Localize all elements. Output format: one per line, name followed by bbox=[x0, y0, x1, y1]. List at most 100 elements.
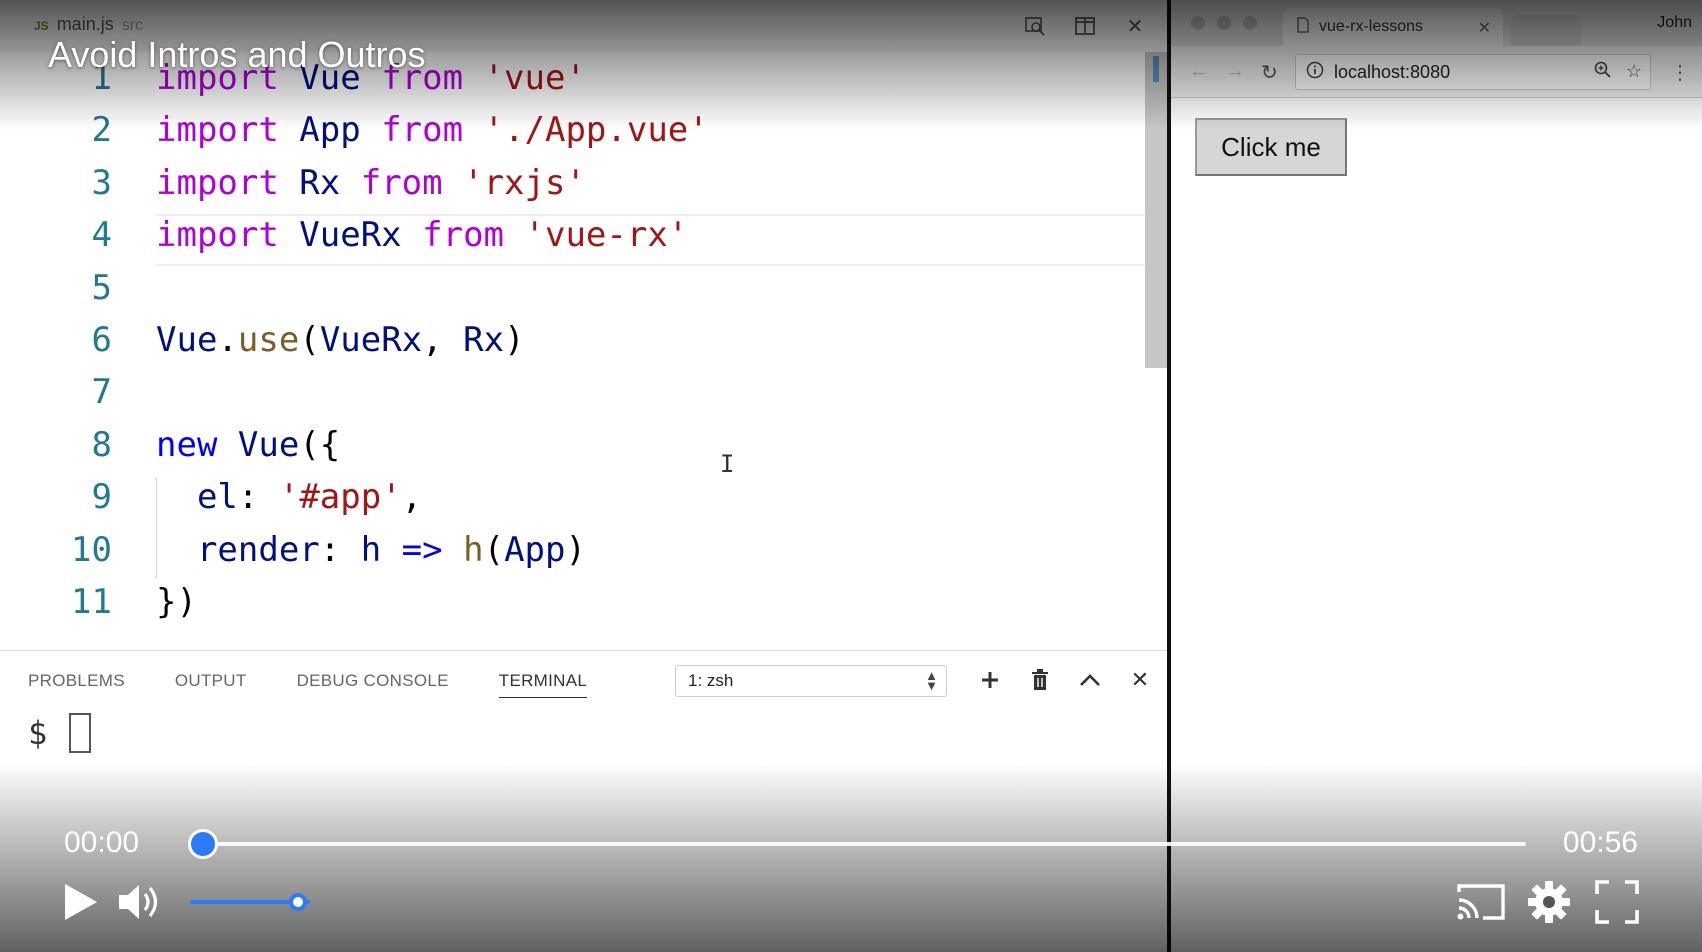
file-name: main.js bbox=[56, 14, 114, 34]
code-token: }) bbox=[156, 582, 197, 622]
new-terminal-icon[interactable] bbox=[976, 665, 1004, 695]
code-line[interactable]: 2 import App from './App.vue' bbox=[0, 104, 1145, 156]
forward-icon[interactable]: → bbox=[1225, 60, 1245, 83]
code-line[interactable]: 11}) bbox=[0, 576, 1145, 628]
browser-window: vue-rx-lessons ✕ John ← → ↻ localhost:80… bbox=[1171, 0, 1702, 952]
tab-debug-console[interactable]: DEBUG CONSOLE bbox=[297, 671, 449, 698]
code-token: new bbox=[156, 424, 218, 465]
tab-terminal[interactable]: TERMINAL bbox=[498, 671, 588, 698]
window-close-dot[interactable] bbox=[1191, 16, 1205, 30]
code-text: Vue.use(VueRx, Rx) bbox=[156, 320, 525, 360]
browser-menu-icon[interactable]: ⋮ bbox=[1670, 60, 1690, 85]
browser-tab-title: vue-rx-lessons bbox=[1319, 18, 1424, 35]
terminal-select-value: 1: zsh bbox=[688, 671, 734, 690]
window-zoom-dot[interactable] bbox=[1243, 16, 1257, 30]
editor-scrollbar[interactable] bbox=[1145, 52, 1167, 368]
window-controls bbox=[1191, 16, 1257, 30]
code-token: Rx bbox=[278, 162, 361, 203]
current-time: 00:00 bbox=[64, 826, 140, 859]
code-line[interactable]: 6 Vue.use(VueRx, Rx) bbox=[0, 314, 1145, 366]
close-tab-icon[interactable]: ✕ bbox=[1478, 18, 1491, 38]
volume-slider[interactable] bbox=[190, 893, 310, 911]
tab-problems[interactable]: PROBLEMS bbox=[28, 671, 125, 698]
line-number: 5 bbox=[91, 267, 112, 308]
code-token: import bbox=[156, 162, 279, 203]
code-token: import bbox=[156, 110, 279, 151]
fullscreen-button[interactable] bbox=[1592, 876, 1642, 928]
volume-handle[interactable] bbox=[289, 893, 307, 911]
code-line[interactable]: 4 import VueRx from 'vue-rx' bbox=[0, 209, 1145, 261]
code-editor: JS main.js src ✕ 1 import Vue from 'vue' 2… bbox=[0, 0, 1167, 952]
play-icon bbox=[65, 884, 97, 920]
maximize-panel-icon[interactable] bbox=[1076, 665, 1104, 695]
volume-icon bbox=[119, 885, 158, 919]
code-token: App bbox=[278, 110, 382, 151]
code-token: App bbox=[504, 529, 566, 570]
terminal-select[interactable]: 1: zsh ▲ ▼ bbox=[675, 665, 947, 697]
address-bar[interactable]: localhost:8080 ☆ bbox=[1295, 54, 1651, 90]
code-token: , bbox=[422, 320, 464, 360]
code-token: : bbox=[237, 477, 279, 518]
code-line[interactable]: 8 new Vue({ bbox=[0, 419, 1145, 471]
cast-button[interactable] bbox=[1456, 876, 1506, 928]
back-icon[interactable]: ← bbox=[1189, 60, 1209, 83]
code-token: VueRx bbox=[278, 215, 423, 256]
new-tab-button[interactable] bbox=[1511, 14, 1581, 46]
open-preview-icon[interactable] bbox=[1023, 14, 1047, 38]
code-token: h bbox=[463, 529, 484, 570]
code-token: '#app' bbox=[278, 477, 402, 518]
info-icon[interactable] bbox=[1306, 61, 1324, 84]
close-editor-icon[interactable]: ✕ bbox=[1123, 14, 1147, 38]
play-button[interactable] bbox=[56, 876, 106, 928]
terminal-prompt[interactable]: $ bbox=[28, 713, 92, 753]
profile-name[interactable]: John bbox=[1657, 14, 1692, 32]
close-panel-icon[interactable]: ✕ bbox=[1126, 665, 1154, 695]
total-time: 00:56 bbox=[1562, 826, 1638, 859]
panel-tabs: PROBLEMS OUTPUT DEBUG CONSOLE TERMINAL bbox=[28, 671, 588, 698]
code-line[interactable]: 3 import Rx from 'rxjs' bbox=[0, 157, 1145, 209]
line-number: 7 bbox=[91, 372, 112, 413]
window-minimize-dot[interactable] bbox=[1217, 16, 1231, 30]
code-token: Vue bbox=[156, 320, 218, 360]
text-cursor-icon: I bbox=[720, 450, 735, 478]
bookmark-star-icon[interactable]: ☆ bbox=[1626, 61, 1642, 84]
split-editor-icon[interactable] bbox=[1073, 14, 1097, 38]
code-token: : bbox=[319, 529, 361, 570]
code-token: el bbox=[156, 477, 238, 518]
code-token: ) bbox=[565, 529, 586, 570]
code-token: . bbox=[217, 320, 238, 360]
click-me-button[interactable]: Click me bbox=[1195, 118, 1347, 176]
code-text: import VueRx from 'vue-rx' bbox=[156, 215, 688, 255]
zoom-icon[interactable] bbox=[1594, 61, 1612, 84]
url-text: localhost:8080 bbox=[1334, 61, 1451, 82]
trash-icon[interactable] bbox=[1026, 665, 1054, 695]
line-number: 11 bbox=[71, 582, 112, 622]
code-line[interactable]: 9 el: '#app', bbox=[0, 471, 1145, 523]
code-token: VueRx bbox=[319, 320, 423, 360]
browser-toolbar: ← → ↻ localhost:8080 ☆ ⋮ bbox=[1171, 46, 1702, 98]
code-area[interactable]: 1 import Vue from 'vue' 2 import App from '… bbox=[0, 52, 1145, 652]
code-line[interactable]: 5 bbox=[0, 262, 1145, 314]
code-text: render: h => h(App) bbox=[156, 530, 586, 570]
scrollbar-marker bbox=[1153, 56, 1159, 82]
tab-output[interactable]: OUTPUT bbox=[175, 671, 247, 698]
line-number: 2 bbox=[91, 110, 112, 151]
terminal-cursor bbox=[69, 713, 92, 753]
code-token: Rx bbox=[463, 320, 505, 360]
code-token: './App.vue' bbox=[483, 110, 709, 151]
line-number: 10 bbox=[71, 529, 112, 570]
code-text: import App from './App.vue' bbox=[156, 110, 709, 150]
code-text: el: '#app', bbox=[156, 477, 422, 517]
reload-icon[interactable]: ↻ bbox=[1261, 60, 1278, 85]
settings-button[interactable] bbox=[1524, 876, 1574, 928]
video-progress-bar[interactable] bbox=[188, 829, 1526, 859]
file-directory: src bbox=[121, 17, 144, 34]
code-line[interactable]: 10 render: h => h(App) bbox=[0, 524, 1145, 576]
code-line[interactable]: 7 bbox=[0, 366, 1145, 418]
volume-button[interactable] bbox=[116, 876, 166, 928]
browser-tab[interactable]: vue-rx-lessons ✕ bbox=[1283, 8, 1503, 46]
